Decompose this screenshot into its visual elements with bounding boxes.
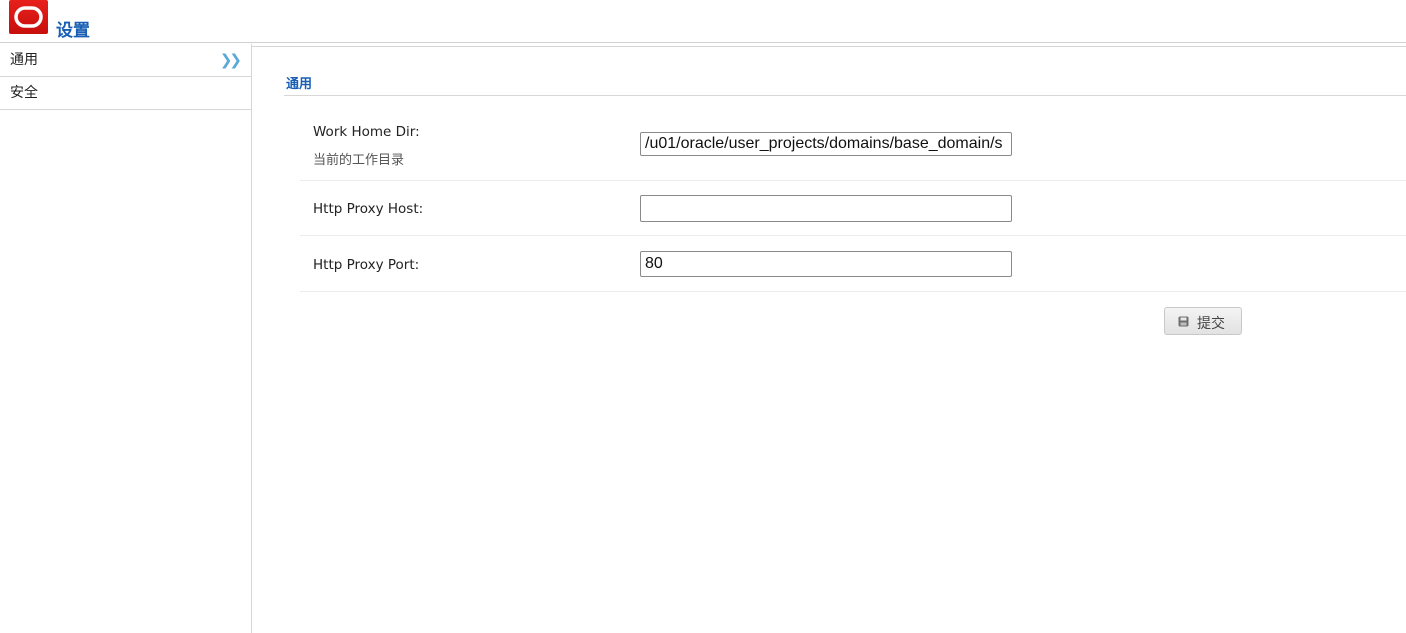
oracle-logo bbox=[9, 0, 48, 34]
form-row-http-proxy-host: Http Proxy Host: bbox=[300, 181, 1406, 236]
save-icon bbox=[1178, 316, 1189, 327]
submit-button-label: 提交 bbox=[1197, 316, 1225, 332]
sidebar: 通用 ❯❯ 安全 bbox=[0, 44, 252, 633]
section-divider bbox=[284, 95, 1406, 96]
header: 设置 bbox=[0, 0, 1406, 43]
http-proxy-host-label: Http Proxy Host: bbox=[313, 201, 424, 217]
sidebar-item-label: 安全 bbox=[10, 85, 38, 101]
double-chevron-right-icon: ❯❯ bbox=[219, 51, 242, 69]
sidebar-item-security[interactable]: 安全 bbox=[0, 77, 251, 110]
http-proxy-host-input[interactable] bbox=[640, 195, 1012, 222]
form-row-http-proxy-port: Http Proxy Port: bbox=[300, 236, 1406, 292]
sidebar-item-general[interactable]: 通用 ❯❯ bbox=[0, 44, 251, 77]
header-divider bbox=[0, 42, 1406, 43]
work-home-dir-input[interactable] bbox=[640, 132, 1012, 156]
content-divider bbox=[252, 46, 1406, 47]
submit-button[interactable]: 提交 bbox=[1164, 307, 1242, 335]
work-home-dir-label: Work Home Dir: bbox=[313, 124, 420, 140]
sidebar-item-label: 通用 bbox=[10, 52, 38, 68]
work-home-dir-description: 当前的工作目录 bbox=[313, 153, 405, 168]
form-row-work-home-dir: Work Home Dir: 当前的工作目录 bbox=[300, 115, 1406, 181]
section-title: 通用 bbox=[286, 77, 313, 92]
http-proxy-port-label: Http Proxy Port: bbox=[313, 257, 420, 273]
http-proxy-port-input[interactable] bbox=[640, 251, 1012, 277]
page-title: 设置 bbox=[56, 21, 90, 41]
